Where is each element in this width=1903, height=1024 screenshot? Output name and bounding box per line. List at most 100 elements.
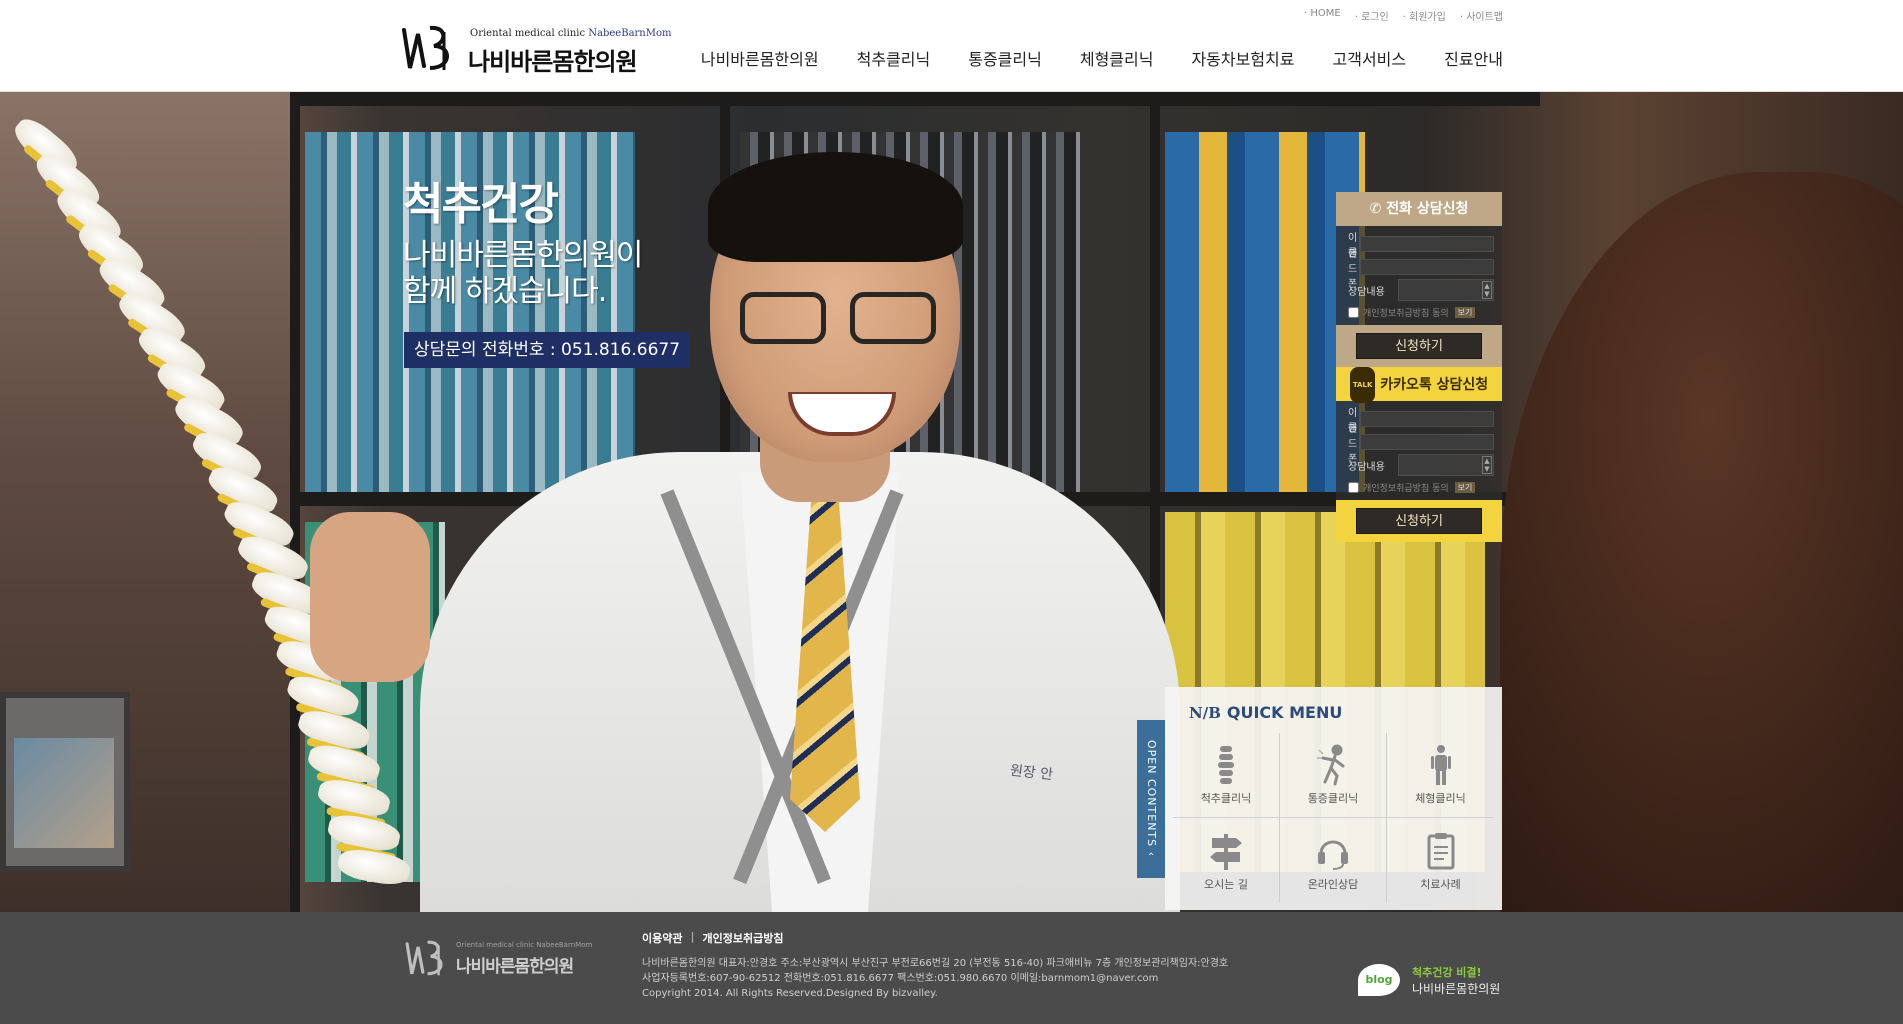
body-icon — [1430, 745, 1451, 785]
privacy-agree-label: 개인정보취급방침 동의 — [1363, 484, 1449, 494]
pain-icon — [1317, 744, 1345, 786]
clipboard-icon — [1427, 832, 1454, 869]
privacy-agree-row: 개인정보취급방침 동의 보기 — [1348, 306, 1494, 319]
form-row: 상담내용 ▲ ▼ — [1348, 454, 1494, 476]
scroll-arrows-icon[interactable]: ▲ ▼ — [1482, 281, 1492, 299]
blog-name: 나비바른몸한의원 — [1412, 982, 1501, 996]
quick-menu: N/B QUICK MENU 척추클리닉 통증클리닉 체형클리닉 오시는 길 온라… — [1165, 687, 1502, 910]
quick-item-label: 척추클리닉 — [1200, 792, 1252, 805]
utility-links: HOME 로그인 회원가입 사이트맵 — [1304, 8, 1503, 23]
quick-item-spine-clinic[interactable]: 척추클리닉 — [1173, 733, 1280, 818]
nav-item-treatment-info[interactable]: 진료안내 — [1444, 46, 1503, 70]
main-nav: 나비바른몸한의원 척추클리닉 통증클리닉 체형클리닉 자동차보험치료 고객서비스… — [701, 46, 1503, 70]
form-row: 상담내용 ▲ ▼ — [1348, 279, 1494, 301]
privacy-view-button[interactable]: 보기 — [1454, 482, 1476, 493]
nav-item-body-clinic[interactable]: 체형클리닉 — [1080, 46, 1154, 70]
quick-item-label: 체형클리닉 — [1415, 792, 1466, 805]
quick-item-label: 온라인상담 — [1307, 877, 1359, 891]
phone-consult-title: 전화 상담신청 — [1386, 201, 1469, 217]
scroll-arrows-icon[interactable]: ▲ ▼ — [1482, 456, 1492, 474]
footer-blog-link[interactable]: blog 척추건강 비결! 나비바른몸한의원 — [1358, 962, 1504, 1002]
kakao-consult-form: 이름 핸드폰 상담내용 ▲ ▼ 개인정보취급방침 동의 보기 — [1336, 401, 1502, 500]
signpost-icon — [1210, 833, 1242, 870]
logo-sub-prefix: Oriental medical clinic — [470, 28, 586, 39]
kakao-submit-wrap: 신청하기 — [1336, 500, 1502, 542]
kakao-consult-mobile-input[interactable] — [1360, 434, 1494, 450]
phone-consult-submit-button[interactable]: 신청하기 — [1356, 333, 1482, 359]
form-row: 이름 — [1348, 233, 1494, 259]
headset-icon — [1318, 840, 1348, 870]
privacy-policy-link[interactable]: 개인정보취급방침 — [703, 930, 784, 946]
phone-privacy-checkbox[interactable] — [1348, 307, 1359, 318]
util-home-link[interactable]: HOME — [1304, 8, 1340, 23]
quick-logo-icon: N/B — [1189, 703, 1221, 722]
privacy-view-button[interactable]: 보기 — [1454, 307, 1476, 318]
patient-figure — [1500, 172, 1903, 912]
form-row: 핸드폰 — [1348, 424, 1494, 465]
quick-item-directions[interactable]: 오시는 길 — [1173, 818, 1280, 903]
quick-item-body-clinic[interactable]: 체형클리닉 — [1387, 733, 1494, 818]
nav-item-car-insurance[interactable]: 자동차보험치료 — [1191, 46, 1294, 70]
nav-item-pain-clinic[interactable]: 통증클리닉 — [968, 46, 1042, 70]
logo-mark-icon — [402, 25, 449, 70]
footer-links: 이용약관 | 개인정보취급방침 — [642, 930, 783, 946]
quick-menu-title: QUICK MENU — [1226, 703, 1343, 722]
glasses-lens — [850, 292, 936, 344]
spine-icon — [1218, 746, 1234, 784]
footer-logo-subtitle: Oriental medical clinic NabeeBarnMom — [456, 941, 593, 949]
footer-info-line: 사업자등록번호:607-90-62512 전화번호:051.816.6677 팩… — [642, 973, 1159, 984]
phone-consult-header: ✆ 전화 상담신청 — [1336, 192, 1502, 226]
kakao-consult-header: TALK 카카오톡 상담신청 — [1336, 367, 1502, 403]
logo-sub-brand: NabeeBarnMom — [588, 28, 672, 39]
phone-submit-wrap: 신청하기 — [1336, 325, 1502, 367]
quick-item-label: 오시는 길 — [1204, 877, 1248, 891]
logo-subtitle: Oriental medical clinic NabeeBarnMom — [470, 28, 672, 39]
footer-logo-name: 나비바른몸한의원 — [456, 957, 574, 977]
hero-subtitle: 나비바른몸한의원이 함께 하겠습니다. — [403, 238, 643, 309]
privacy-agree-row: 개인정보취급방침 동의 보기 — [1348, 481, 1494, 494]
consult-panel: ✆ 전화 상담신청 이름 핸드폰 상담내용 ▲ ▼ 개인정보취급방침 동의 보기 신청… — [1336, 192, 1502, 542]
footer-link-separator: | — [690, 930, 695, 943]
privacy-agree-label: 개인정보취급방침 동의 — [1363, 309, 1449, 319]
open-contents-label: OPEN CONTENTS — [1145, 740, 1158, 848]
phone-consult-mobile-input[interactable] — [1360, 259, 1494, 275]
vertebra — [335, 845, 412, 889]
quick-menu-header: N/B QUICK MENU — [1189, 703, 1342, 722]
kakao-privacy-checkbox[interactable] — [1348, 482, 1359, 493]
hero-title: 척추건강 — [403, 179, 559, 230]
content-label: 상담내용 — [1348, 286, 1385, 298]
quick-item-treatment-cases[interactable]: 치료사례 — [1387, 818, 1494, 903]
phone-consult-name-input[interactable] — [1360, 236, 1494, 252]
quick-item-label: 통증클리닉 — [1307, 792, 1359, 805]
glasses-lens — [740, 292, 826, 344]
kakao-consult-name-input[interactable] — [1360, 411, 1494, 427]
util-join-link[interactable]: 회원가입 — [1403, 8, 1446, 23]
footer-info: 나비바른몸한의원 대표자:안경호 주소:부산광역시 부산진구 부전로66번길 2… — [642, 956, 1228, 1001]
kakao-consult-submit-button[interactable]: 신청하기 — [1356, 508, 1482, 534]
nav-item-clinic[interactable]: 나비바른몸한의원 — [701, 46, 819, 70]
nav-item-spine-clinic[interactable]: 척추클리닉 — [857, 46, 931, 70]
footer-logo-mark-icon — [405, 940, 443, 976]
site-header: Oriental medical clinic NabeeBarnMom 나비바… — [0, 0, 1903, 92]
open-contents-tab[interactable]: OPEN CONTENTS ‹ — [1137, 720, 1165, 878]
hero-banner: 원장 안 척추건강 나비바른몸한의원이 함께 하겠습니다. 상담문의 전화번호 … — [0, 92, 1903, 912]
doctor-hand — [310, 512, 430, 682]
quick-item-pain-clinic[interactable]: 통증클리닉 — [1280, 733, 1387, 818]
util-sitemap-link[interactable]: 사이트맵 — [1460, 8, 1503, 23]
form-row: 핸드폰 — [1348, 249, 1494, 290]
nav-item-customer-service[interactable]: 고객서비스 — [1333, 46, 1407, 70]
terms-link[interactable]: 이용약관 — [642, 930, 682, 946]
quick-item-online-consult[interactable]: 온라인상담 — [1280, 818, 1387, 903]
phone-consult-content-textarea[interactable]: ▲ ▼ — [1398, 279, 1494, 301]
blog-tagline: 척추건강 비결! — [1412, 966, 1482, 979]
phone-icon: ✆ — [1369, 201, 1382, 217]
site-logo[interactable]: Oriental medical clinic NabeeBarnMom 나비바… — [400, 22, 672, 76]
footer-copyright: Copyright 2014. All Rights Reserved.Desi… — [642, 988, 938, 999]
util-login-link[interactable]: 로그인 — [1355, 8, 1389, 23]
footer-info-line: 나비바른몸한의원 대표자:안경호 주소:부산광역시 부산진구 부전로66번길 2… — [642, 958, 1229, 969]
kakao-consult-content-textarea[interactable]: ▲ ▼ — [1398, 454, 1494, 476]
footer-logo: Oriental medical clinic NabeeBarnMom 나비바… — [404, 938, 592, 988]
blog-icon: blog — [1358, 964, 1400, 996]
quick-item-label: 치료사례 — [1420, 877, 1461, 891]
doctor-hair — [708, 152, 963, 262]
